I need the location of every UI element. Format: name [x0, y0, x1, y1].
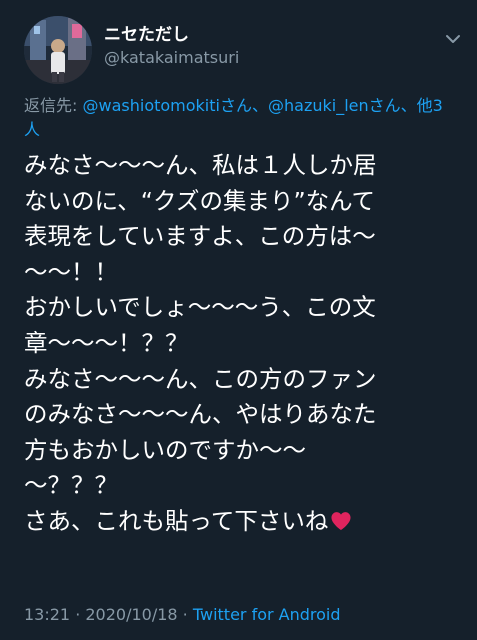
meta-separator: · — [177, 605, 193, 624]
tweet-line: ないのに、“クズの集まり”なんて — [24, 186, 375, 215]
tweet-line-last: さあ、これも貼って下さいね — [24, 504, 456, 540]
tweet-text: みなさ〜〜〜ん、私は１人しか居 ないのに、“クズの集まり”なんて 表現をしていますよ… — [24, 148, 456, 540]
tweet-header: ニセただし @katakaimatsuri — [24, 16, 464, 86]
avatar-image — [24, 16, 92, 84]
display-name[interactable]: ニセただし — [104, 24, 239, 46]
reply-context: 返信先: @washiotomokitiさん、@hazuki_lenさん、他3人 — [24, 94, 456, 142]
tweet-line: 〜？？？ — [24, 471, 118, 500]
tweet-time[interactable]: 13:21 — [24, 605, 70, 624]
tweet-line: さあ、これも貼って下さいね — [24, 506, 329, 535]
tweet-line: 〜〜！！ — [24, 257, 118, 286]
mention-link[interactable]: @washiotomokitiさん — [83, 96, 252, 115]
tweet-line: みなさ〜〜〜ん、この方のファン — [24, 364, 377, 393]
tweet-line: 方もおかしいのですか〜〜 — [24, 435, 306, 464]
tweet-meta: 13:21 · 2020/10/18 · Twitter for Android — [24, 603, 341, 627]
tweet-date[interactable]: 2020/10/18 — [85, 605, 177, 624]
tweet-source-link[interactable]: Twitter for Android — [193, 605, 341, 624]
avatar[interactable] — [24, 16, 92, 84]
meta-separator: · — [70, 605, 86, 624]
tweet-line: のみなさ〜〜〜ん、やはりあなた — [24, 400, 377, 429]
tweet-line: 章〜〜〜！？？ — [24, 328, 189, 357]
tweet-line: みなさ〜〜〜ん、私は１人しか居 — [24, 151, 377, 179]
author-names: ニセただし @katakaimatsuri — [104, 24, 239, 70]
mention-separator: 、 — [251, 96, 268, 115]
mention-link[interactable]: @hazuki_lenさん — [268, 96, 401, 115]
tweet-line: おかしいでしょ〜〜〜う、この文 — [24, 293, 376, 322]
reply-label: 返信先: — [24, 96, 78, 115]
tweet-line: 表現をしていますよ、この方は〜 — [24, 222, 376, 251]
red-heart-icon — [331, 512, 351, 531]
user-handle[interactable]: @katakaimatsuri — [104, 46, 239, 70]
chevron-down-icon[interactable] — [442, 28, 464, 50]
